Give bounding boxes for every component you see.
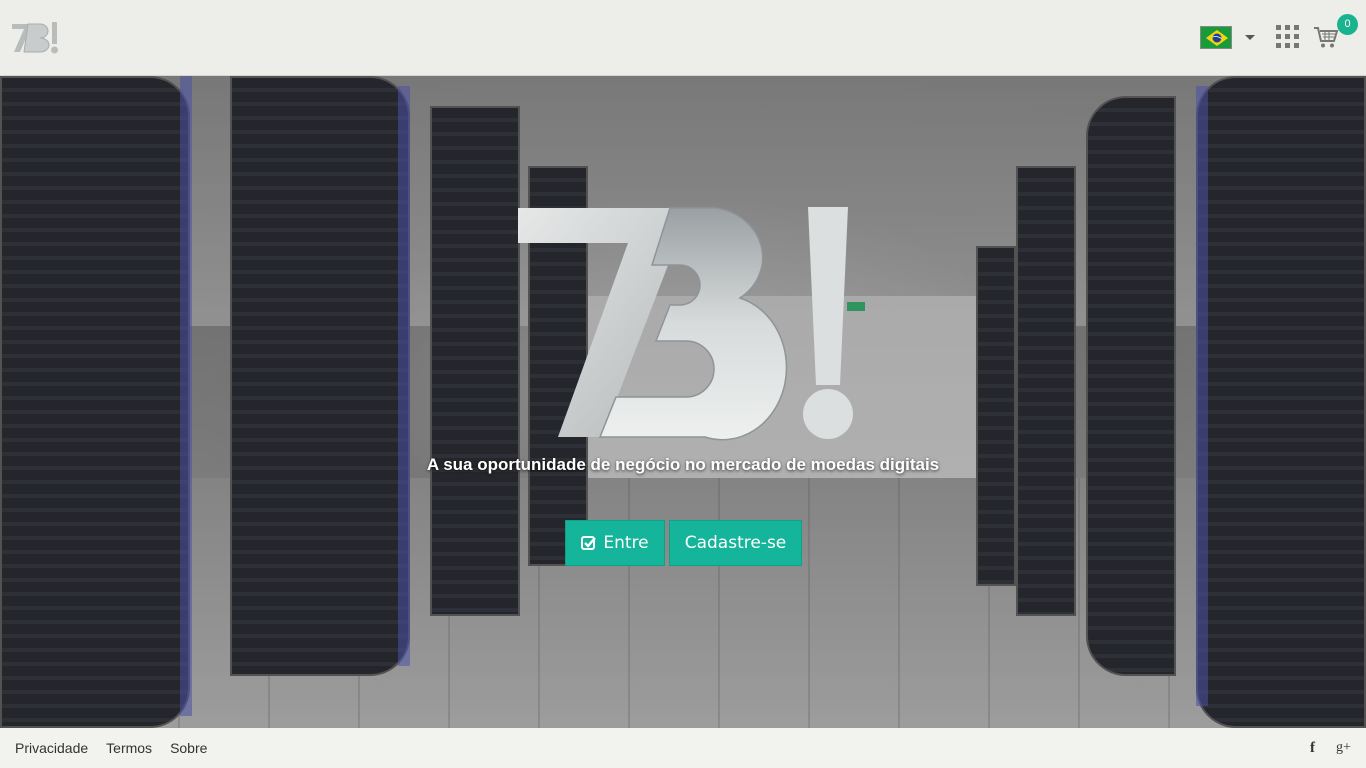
- top-navbar: 0: [0, 0, 1366, 76]
- footer-link-terms[interactable]: Termos: [106, 740, 152, 756]
- apps-grid-icon[interactable]: [1276, 25, 1299, 48]
- cart-count-badge: 0: [1337, 14, 1358, 35]
- brazil-flag-icon[interactable]: [1200, 26, 1232, 49]
- login-button[interactable]: Entre: [565, 520, 665, 566]
- footer-links: Privacidade Termos Sobre: [15, 728, 207, 768]
- hero-logo: [518, 207, 853, 441]
- footer-link-privacy[interactable]: Privacidade: [15, 740, 88, 756]
- footer-link-about[interactable]: Sobre: [170, 740, 207, 756]
- facebook-icon[interactable]: f: [1310, 740, 1315, 757]
- check-square-icon: [581, 536, 597, 550]
- signup-button[interactable]: Cadastre-se: [669, 520, 802, 566]
- cart-icon[interactable]: [1313, 24, 1339, 50]
- signup-button-label: Cadastre-se: [684, 533, 787, 553]
- language-dropdown-caret[interactable]: [1245, 35, 1255, 40]
- footer: Privacidade Termos Sobre f g+: [0, 728, 1366, 768]
- hero-tagline: A sua oportunidade de negócio no mercado…: [426, 455, 940, 474]
- google-plus-icon[interactable]: g+: [1336, 740, 1351, 756]
- login-button-label: Entre: [603, 533, 649, 553]
- brand-logo[interactable]: [10, 18, 62, 58]
